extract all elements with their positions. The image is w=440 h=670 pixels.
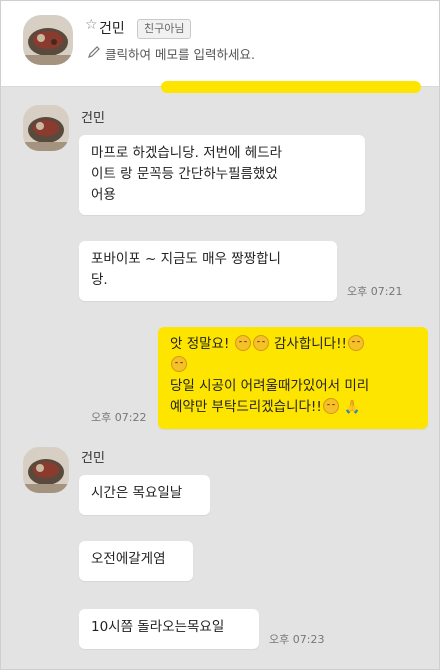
pencil-icon <box>88 46 100 58</box>
chat-window: ☆ 건민 친구아님 클릭하여 메모를 입력하세요. 건민 마프로 하겠습니당. … <box>0 0 440 670</box>
message-bubble[interactable]: 마프로 하겠습니당. 저번에 헤드라 이트 랑 문꼭등 간단하누필름했었 어용 <box>79 135 365 215</box>
sender-avatar[interactable] <box>23 105 69 151</box>
message-timestamp: 오후 07:23 <box>269 633 325 646</box>
message-text: 예약만 부탁드리겠습니다!! <box>170 399 322 415</box>
smile-emoji-icon <box>347 335 364 351</box>
smile-emoji-icon <box>171 356 187 372</box>
message-bubble[interactable]: 시간은 목요일날 <box>79 475 210 515</box>
chat-header: ☆ 건민 친구아님 클릭하여 메모를 입력하세요. <box>1 1 439 87</box>
message-bubble[interactable]: 포바이포 ~ 지금도 매우 짱짱합니 당. <box>79 241 337 301</box>
message-text: 감사합니다!! <box>273 336 347 352</box>
message-line: 마프로 하겠습니당. 저번에 헤드라 <box>91 145 283 161</box>
message-text: 앗 정말요! <box>170 336 230 352</box>
message-text: 당일 시공이 어려울때가있어서 미리 <box>170 378 370 394</box>
sender-name: 건민 <box>81 451 105 466</box>
message-line: 포바이포 ~ 지금도 매우 짱짱합니 <box>91 251 281 267</box>
message-timestamp: 오후 07:21 <box>347 285 403 298</box>
my-message-bubble[interactable]: 앗 정말요! 감사합니다!! 당일 시공이 어려울때가있어서 미리 예약만 부탁… <box>158 327 428 429</box>
message-line: 이트 랑 문꼭등 간단하누필름했었 <box>91 166 278 182</box>
not-friend-badge: 친구아님 <box>137 19 192 39</box>
message-bubble[interactable]: 10시쯤 돌라오는목요일 <box>79 609 259 649</box>
contact-name: 건민 <box>99 21 125 37</box>
message-line: 어용 <box>91 187 116 203</box>
message-timestamp: 오후 07:22 <box>91 411 147 424</box>
message-bubble[interactable]: 오전에갈게염 <box>79 541 193 581</box>
sender-name: 건민 <box>81 111 105 126</box>
chat-messages-area[interactable]: 건민 마프로 하겠습니당. 저번에 헤드라 이트 랑 문꼭등 간단하누필름했었 … <box>1 81 439 669</box>
previous-message-bubble <box>161 81 421 93</box>
smile-emoji-icon <box>234 335 251 351</box>
message-text: 시간은 목요일날 <box>91 485 183 501</box>
folded-hands-emoji-icon: 🙏 <box>344 400 361 415</box>
memo-input[interactable]: 클릭하여 메모를 입력하세요. <box>105 44 255 63</box>
smile-emoji-icon <box>322 398 339 414</box>
smile-emoji-icon <box>252 335 269 351</box>
favorite-star-icon[interactable]: ☆ <box>85 17 98 33</box>
message-line: 당. <box>91 272 108 288</box>
message-text: 오전에갈게염 <box>91 551 166 567</box>
message-text: 10시쯤 돌라오는목요일 <box>91 619 225 635</box>
contact-avatar[interactable] <box>23 15 73 65</box>
sender-avatar[interactable] <box>23 447 69 493</box>
